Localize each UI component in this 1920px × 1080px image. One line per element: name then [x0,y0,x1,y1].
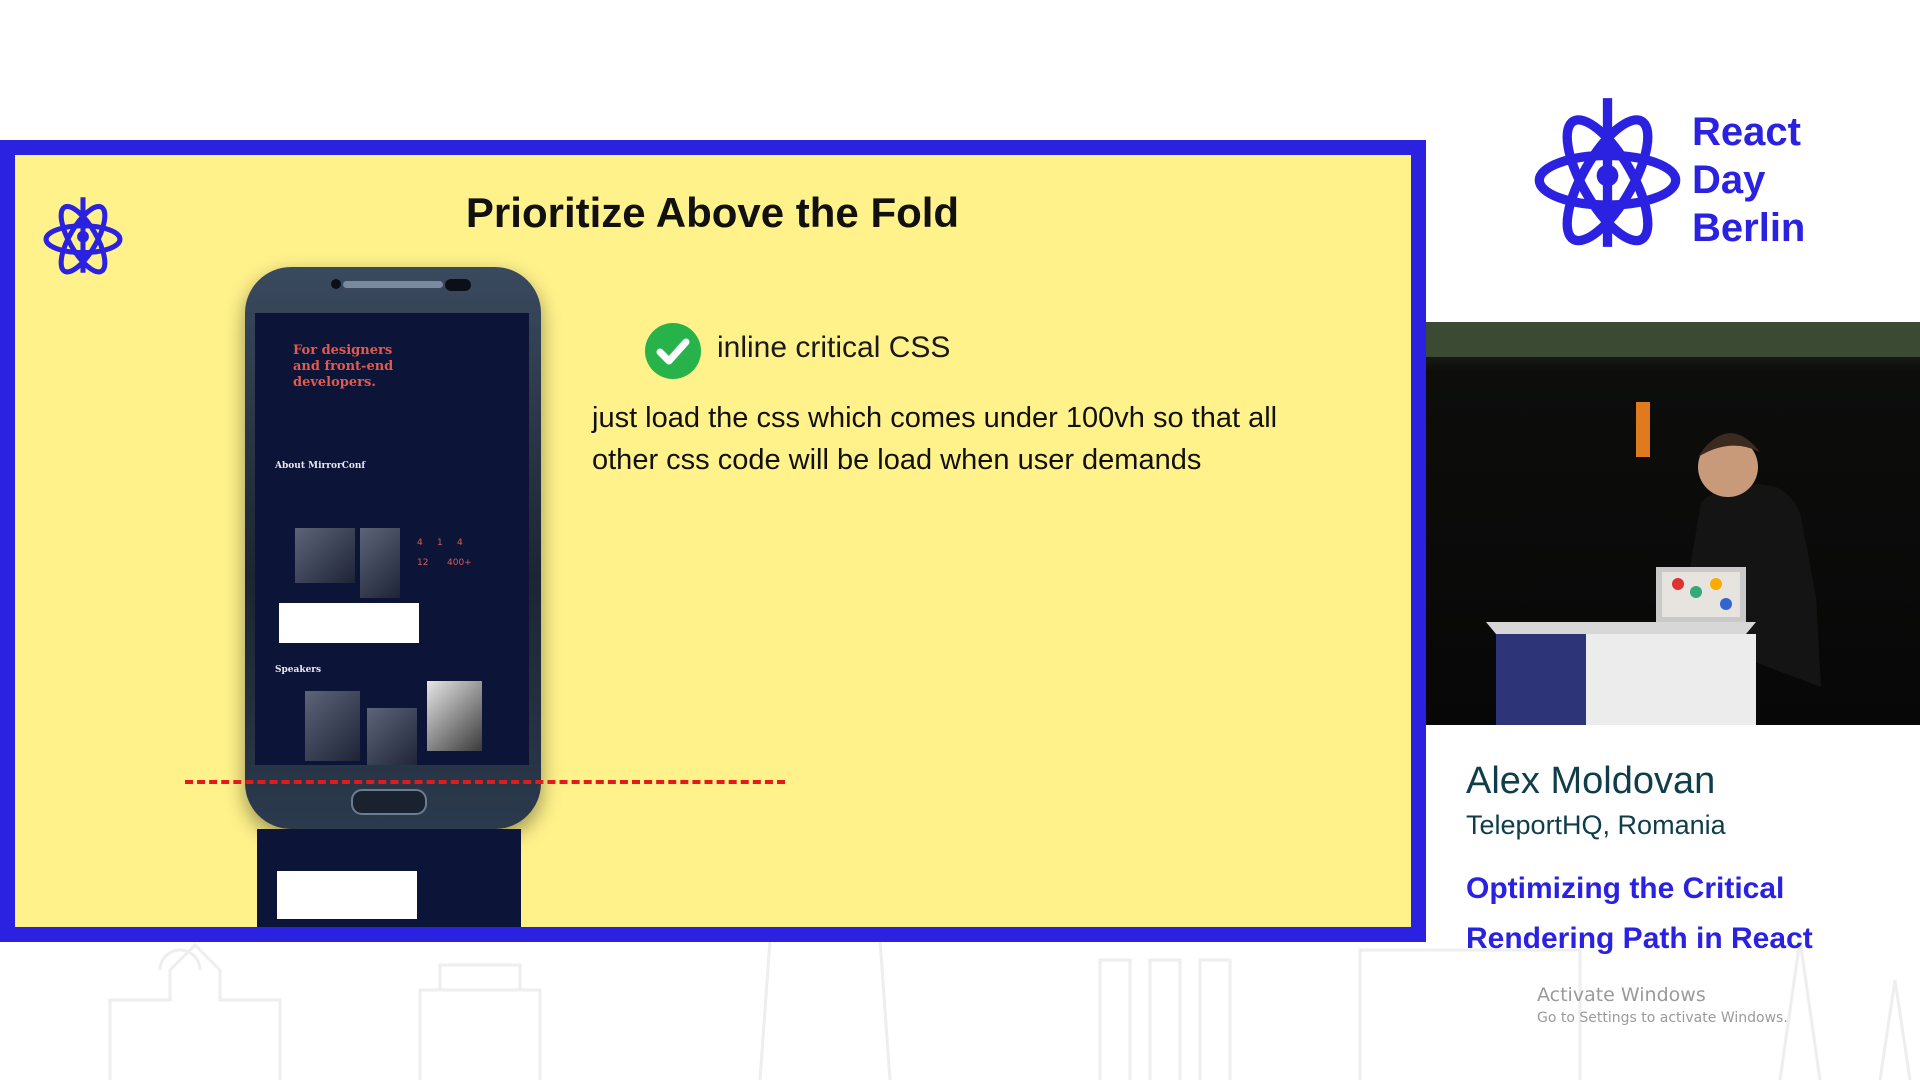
screen-card [279,603,419,643]
presentation-slide: Prioritize Above the Fold For designers … [0,140,1426,942]
talk-title-line: Rendering Path in React [1466,922,1813,955]
react-day-berlin-logo-icon [1534,98,1681,247]
checklist-item-label: inline critical CSS [717,331,951,364]
screen-stat: 1 [437,538,443,548]
screen-hero-line: developers. [293,375,376,390]
phone-camera [331,279,341,289]
activate-windows-watermark: Activate Windows Go to Settings to activ… [1537,984,1788,1026]
phone-speaker-grill [343,281,443,288]
event-brand-line: Day [1692,158,1766,202]
speaker-name: Alex Moldovan [1466,760,1716,802]
screen-photo [295,528,355,583]
slide-body-line: other css code will be load when user de… [592,444,1202,476]
slide-body-text: just load the css which comes under 100v… [592,397,1352,481]
slide-content: Prioritize Above the Fold For designers … [15,155,1411,927]
fold-line [185,780,785,784]
phone-home-button [351,789,427,815]
screen-stat: 4 [417,538,423,548]
talk-title: Optimizing the Critical Rendering Path i… [1466,864,1906,964]
screen-stat: 4 [457,538,463,548]
below-fold-page-content [257,829,521,927]
screen-section-speakers: Speakers [275,665,322,675]
activate-windows-title: Activate Windows [1537,984,1706,1006]
event-brand-line: Berlin [1692,206,1806,250]
check-circle-icon [645,323,701,379]
slide-body-line: just load the css which comes under 100v… [592,402,1278,434]
screen-hero-line: For designers [293,343,393,358]
screen-stat: 12 [417,558,429,568]
screen-card [277,871,417,919]
phone-screen: For designers and front-end developers. … [255,313,529,765]
slide-title: Prioritize Above the Fold [465,189,960,236]
screen-photo [360,528,400,598]
screen-hero-text: For designers and front-end developers. [293,343,393,391]
screen-stat: 400+ [447,558,472,568]
screen-speaker-photo [305,691,360,761]
event-brand: React Day Berlin [1692,108,1805,252]
talk-title-line: Optimizing the Critical [1466,872,1785,905]
speaker-organization: TeleportHQ, Romania [1466,810,1726,840]
phone-mockup: For designers and front-end developers. … [245,267,541,829]
activate-windows-subtitle: Go to Settings to activate Windows. [1537,1010,1788,1026]
event-brand-line: React [1692,110,1801,154]
screen-section-about: About MirrorConf [275,461,366,471]
phone-sensor [445,279,471,291]
screen-hero-line: and front-end [293,359,394,374]
speaker-video-feed [1426,322,1920,725]
screen-speaker-photo [427,681,482,751]
speaker-video-frame [1426,322,1920,725]
screen-speaker-photo [367,708,417,765]
